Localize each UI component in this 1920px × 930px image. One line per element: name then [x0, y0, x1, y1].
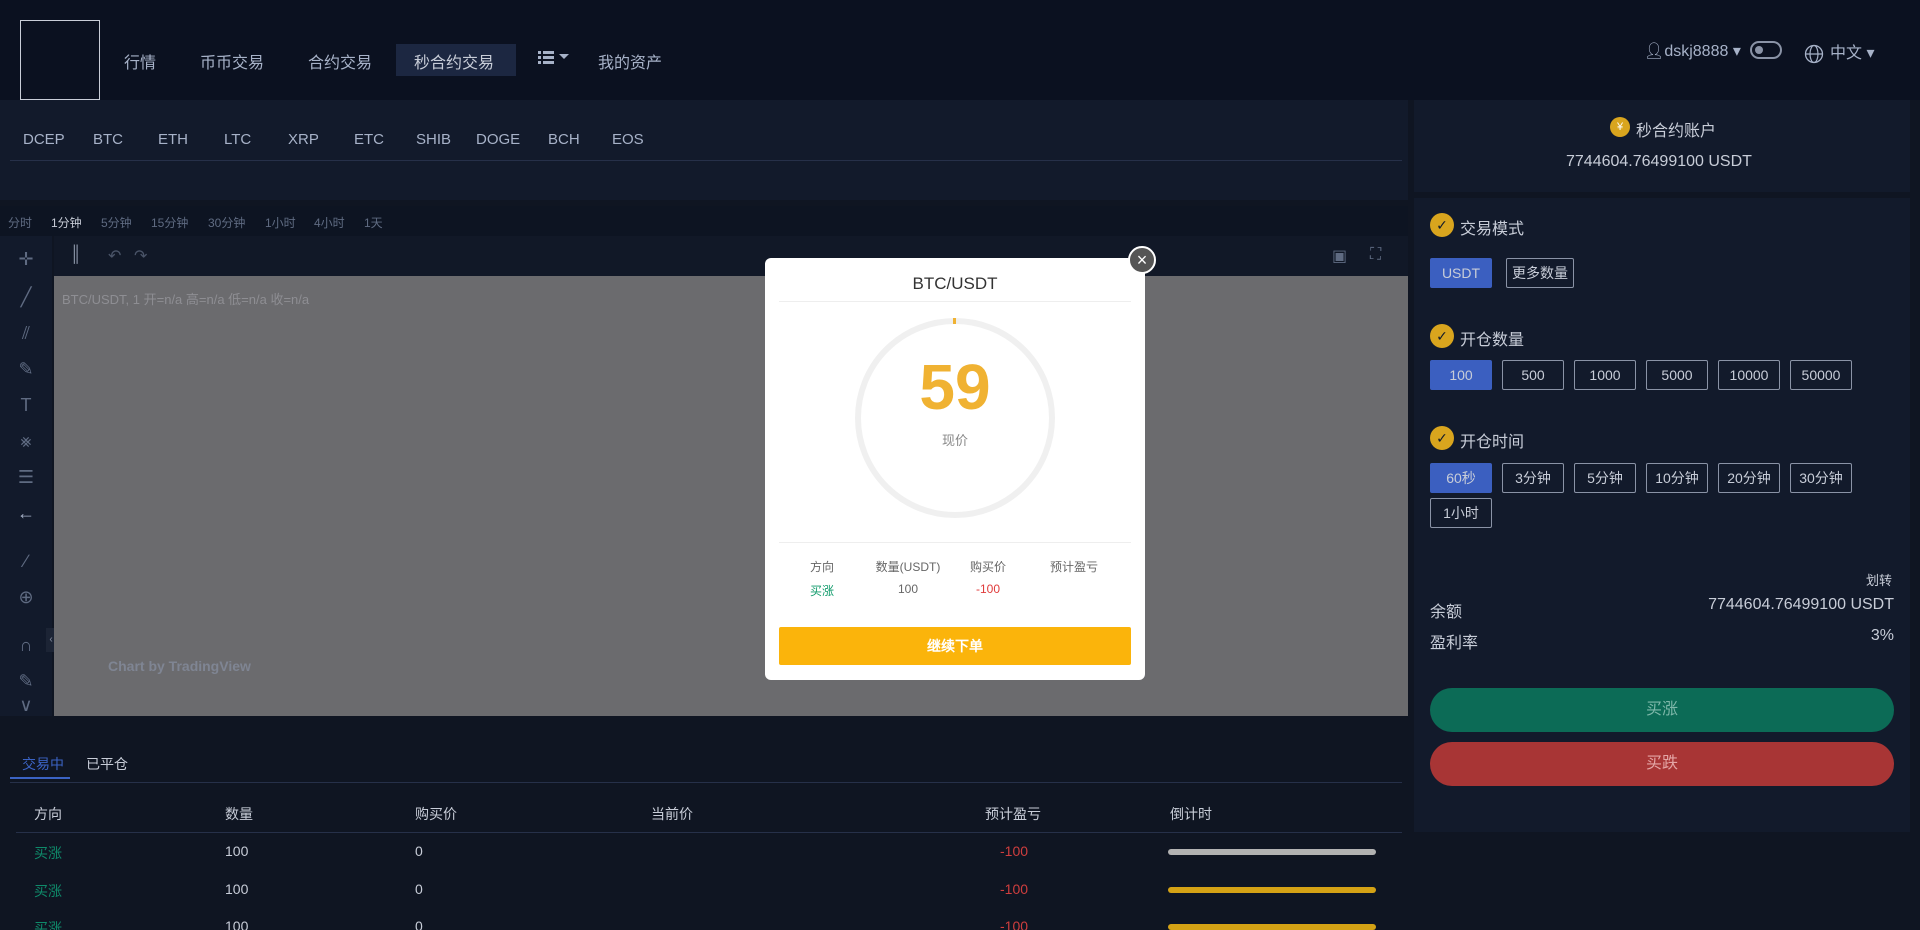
divider: [779, 542, 1131, 543]
divider: [779, 301, 1131, 302]
countdown-number: 59: [919, 351, 991, 423]
modal-title: BTC/USDT: [912, 274, 998, 293]
continue-order-button[interactable]: 继续下单: [779, 627, 1131, 665]
modal-col-qty: 数量(USDT): [875, 560, 941, 574]
close-icon[interactable]: ×: [1128, 246, 1156, 274]
order-modal: BTC/USDT 59 现价 方向 数量(USDT) 购买价 预计盈亏 买涨 1…: [765, 258, 1145, 680]
countdown-label: 现价: [941, 433, 968, 448]
countdown-progress: [953, 318, 956, 324]
modal-direction: 买涨: [809, 584, 834, 598]
modal-qty: 100: [897, 582, 919, 596]
modal-pnl: -100: [975, 582, 1001, 596]
modal-col-pnl: 预计盈亏: [1049, 560, 1098, 574]
modal-col-buy-price: 购买价: [969, 560, 1006, 574]
modal-col-direction: 方向: [809, 560, 834, 574]
